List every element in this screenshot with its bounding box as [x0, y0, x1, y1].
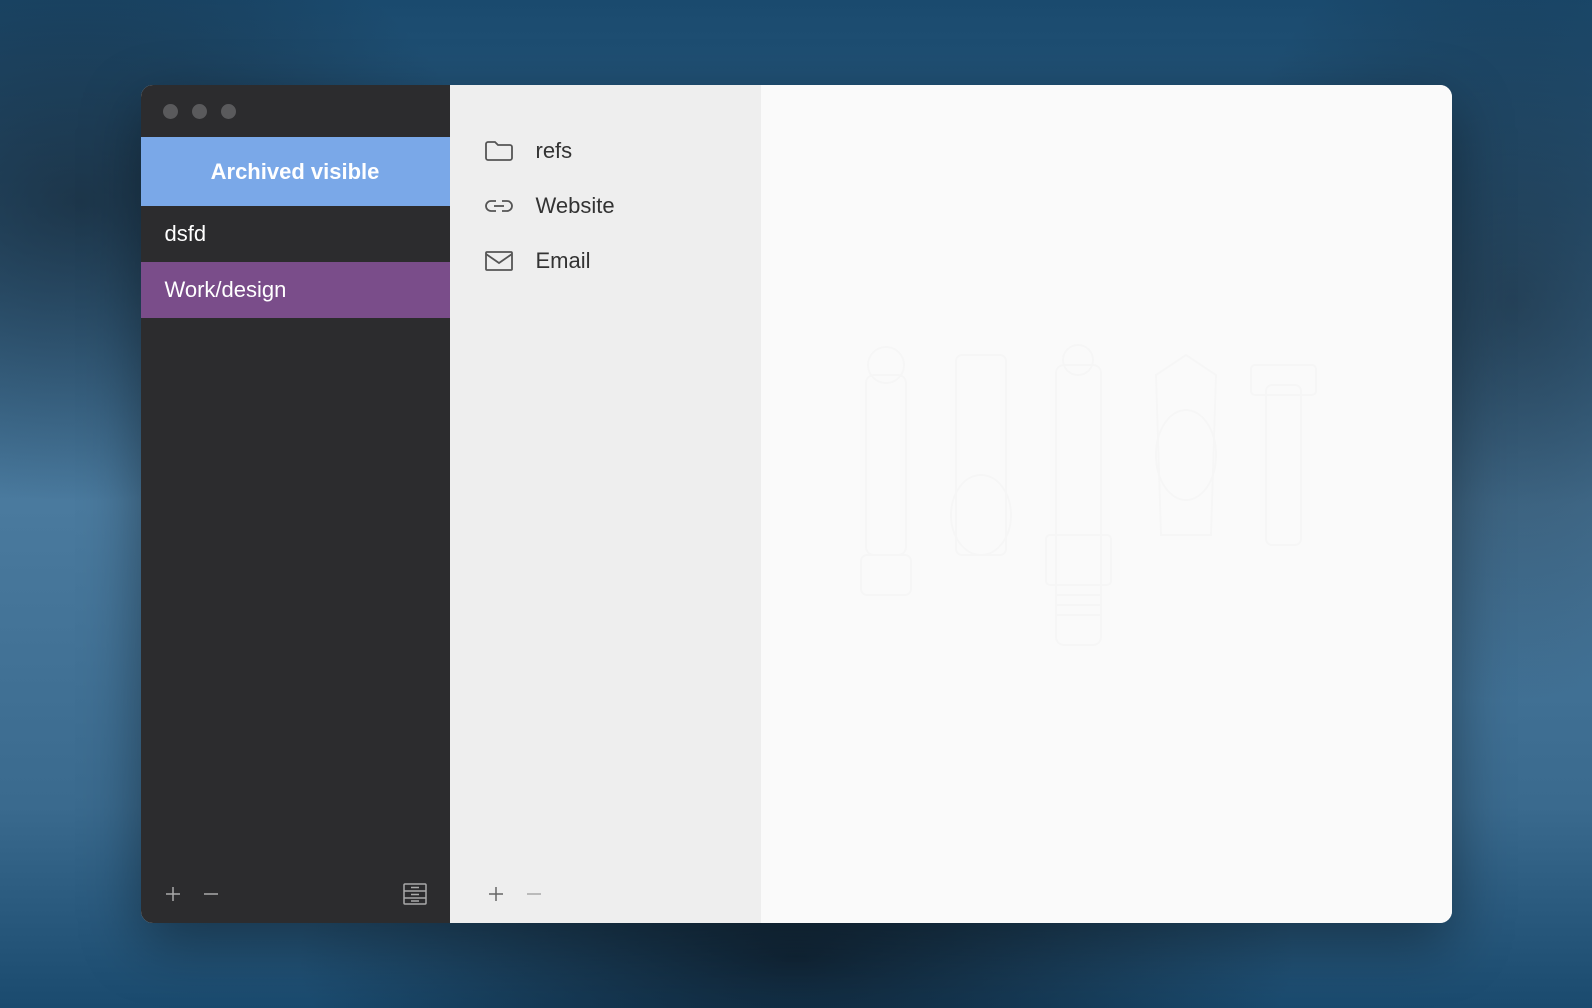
maximize-window-button[interactable]: [221, 104, 236, 119]
middle-panel: refs Website: [450, 85, 761, 923]
watermark-illustration: [846, 335, 1366, 675]
minimize-window-button[interactable]: [192, 104, 207, 119]
archived-visible-banner[interactable]: Archived visible: [141, 137, 450, 206]
remove-button[interactable]: [201, 884, 221, 904]
minus-icon: [524, 884, 544, 904]
sidebar: Archived visible dsfd Work/design: [141, 85, 450, 923]
sidebar-list: dsfd Work/design: [141, 206, 450, 865]
list-item-label: refs: [536, 138, 573, 164]
titlebar: [141, 85, 450, 137]
footer-left-group: [163, 884, 221, 904]
banner-label: Archived visible: [211, 159, 380, 185]
archive-icon: [402, 882, 428, 906]
item-list: refs Website: [450, 85, 761, 865]
add-item-button[interactable]: [486, 884, 506, 904]
minus-icon: [201, 884, 221, 904]
list-item-label: Website: [536, 193, 615, 219]
mail-icon: [484, 250, 514, 272]
plus-icon: [163, 884, 183, 904]
list-item-label: Email: [536, 248, 591, 274]
folder-icon: [484, 139, 514, 163]
archive-button[interactable]: [402, 882, 428, 906]
sidebar-item-work-design[interactable]: Work/design: [141, 262, 450, 318]
app-window: Archived visible dsfd Work/design: [141, 85, 1452, 923]
remove-item-button[interactable]: [524, 884, 544, 904]
sidebar-item-label: dsfd: [165, 221, 207, 247]
add-button[interactable]: [163, 884, 183, 904]
sidebar-item-dsfd[interactable]: dsfd: [141, 206, 450, 262]
close-window-button[interactable]: [163, 104, 178, 119]
content-panel: [761, 85, 1452, 923]
middle-footer: [450, 865, 761, 923]
sidebar-footer: [141, 865, 450, 923]
list-item-email[interactable]: Email: [450, 233, 761, 288]
sidebar-item-label: Work/design: [165, 277, 287, 303]
list-item-website[interactable]: Website: [450, 178, 761, 233]
link-icon: [484, 198, 514, 214]
list-item-refs[interactable]: refs: [450, 123, 761, 178]
plus-icon: [486, 884, 506, 904]
